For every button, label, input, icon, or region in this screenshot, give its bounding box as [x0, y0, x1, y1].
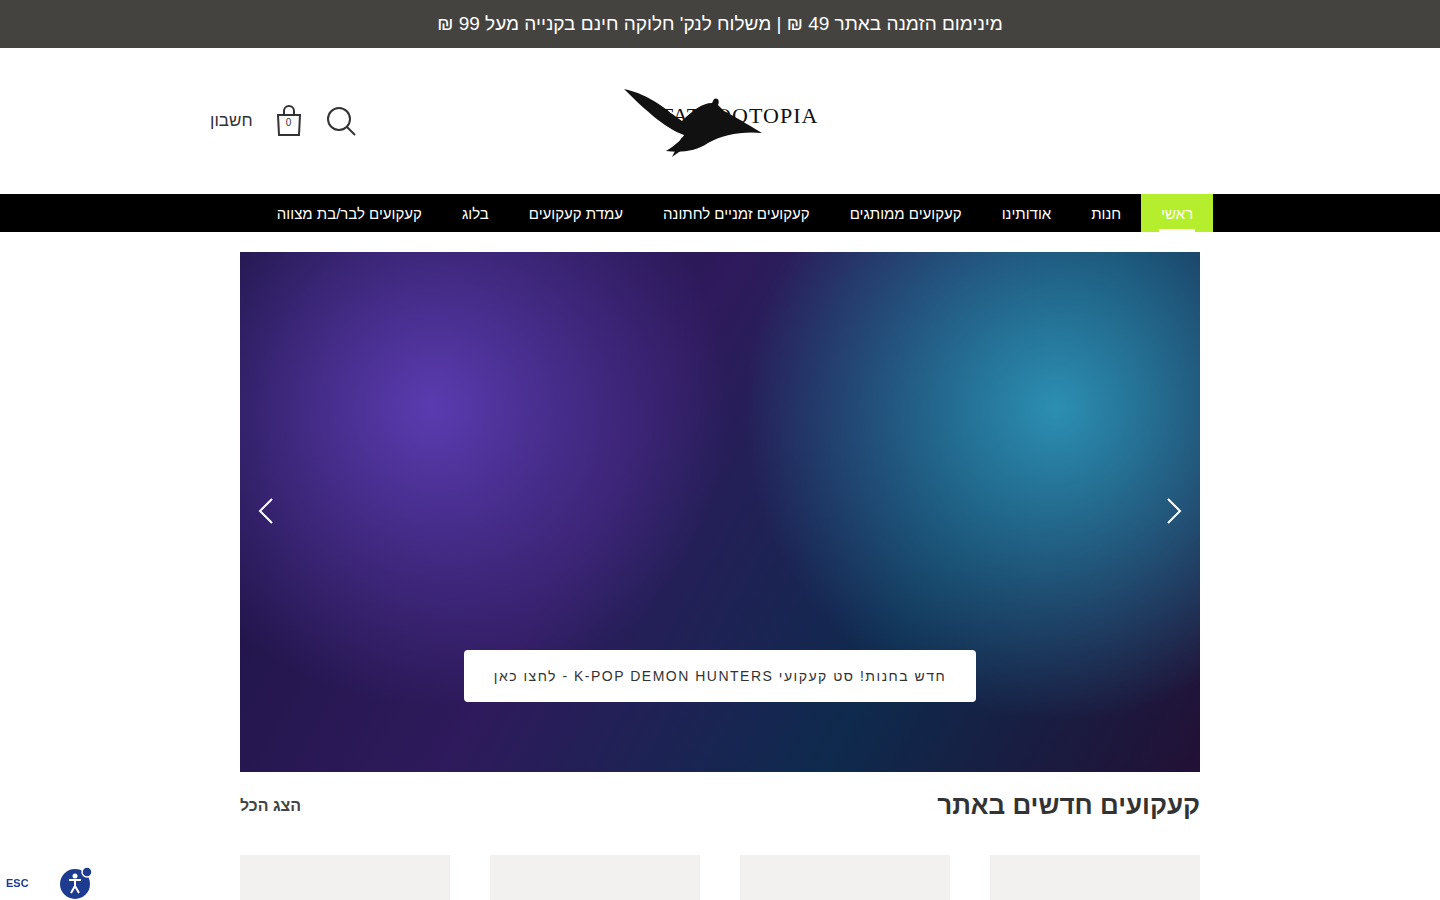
header: TATTOOTOPIA 0 חשבון — [210, 48, 1230, 194]
next-arrow[interactable] — [1166, 497, 1182, 525]
nav-item[interactable]: עמדת קעקועים — [509, 194, 643, 232]
section-title: קעקועים חדשים באתר — [937, 790, 1200, 821]
cart-button[interactable]: 0 — [275, 105, 303, 137]
accessibility-label: ESC — [6, 877, 29, 889]
product-grid — [240, 855, 1200, 900]
announcement-bar: מינימום הזמנה באתר 49 ₪ | משלוח לנק' חלו… — [0, 0, 1440, 48]
main-nav: ראשיחנותאודותינוקעקועים ממותגיםקעקועים ז… — [0, 194, 1440, 232]
nav-item[interactable]: ראשי — [1141, 194, 1213, 232]
logo-text: TATTOOTOPIA — [660, 103, 819, 129]
nav-item[interactable]: קעקועים ממותגים — [830, 194, 982, 232]
search-button[interactable] — [325, 105, 357, 137]
product-card[interactable] — [740, 855, 950, 900]
section-header: קעקועים חדשים באתר הצג הכל — [240, 790, 1200, 821]
accessibility-button[interactable]: ESC — [6, 866, 93, 900]
product-card[interactable] — [490, 855, 700, 900]
nav-item[interactable]: בלוג — [442, 194, 509, 232]
account-link[interactable]: חשבון — [210, 111, 253, 131]
chevron-right-icon — [1166, 497, 1182, 525]
nav-item[interactable]: אודותינו — [982, 194, 1072, 232]
nav-item[interactable]: קעקועים זמניים לחתונה — [643, 194, 830, 232]
nav-item[interactable]: קעקועים לבר/בת מצווה — [257, 194, 442, 232]
hero-caption[interactable]: חדש בחנות! סט קעקועי K-POP DEMON HUNTERS… — [464, 650, 977, 702]
page: מינימום הזמנה באתר 49 ₪ | משלוח לנק' חלו… — [0, 0, 1440, 900]
accessibility-icon — [59, 866, 93, 900]
search-icon — [325, 105, 357, 137]
product-card[interactable] — [240, 855, 450, 900]
nav-item[interactable]: חנות — [1071, 194, 1141, 232]
chevron-left-icon — [258, 497, 274, 525]
view-all-link[interactable]: הצג הכל — [240, 797, 301, 815]
product-card[interactable] — [990, 855, 1200, 900]
cart-count: 0 — [275, 117, 303, 128]
hero-slider: חדש בחנות! סט קעקועי K-POP DEMON HUNTERS… — [240, 252, 1200, 772]
prev-arrow[interactable] — [258, 497, 274, 525]
header-tools: 0 חשבון — [210, 105, 357, 137]
logo[interactable]: TATTOOTOPIA — [622, 81, 819, 161]
